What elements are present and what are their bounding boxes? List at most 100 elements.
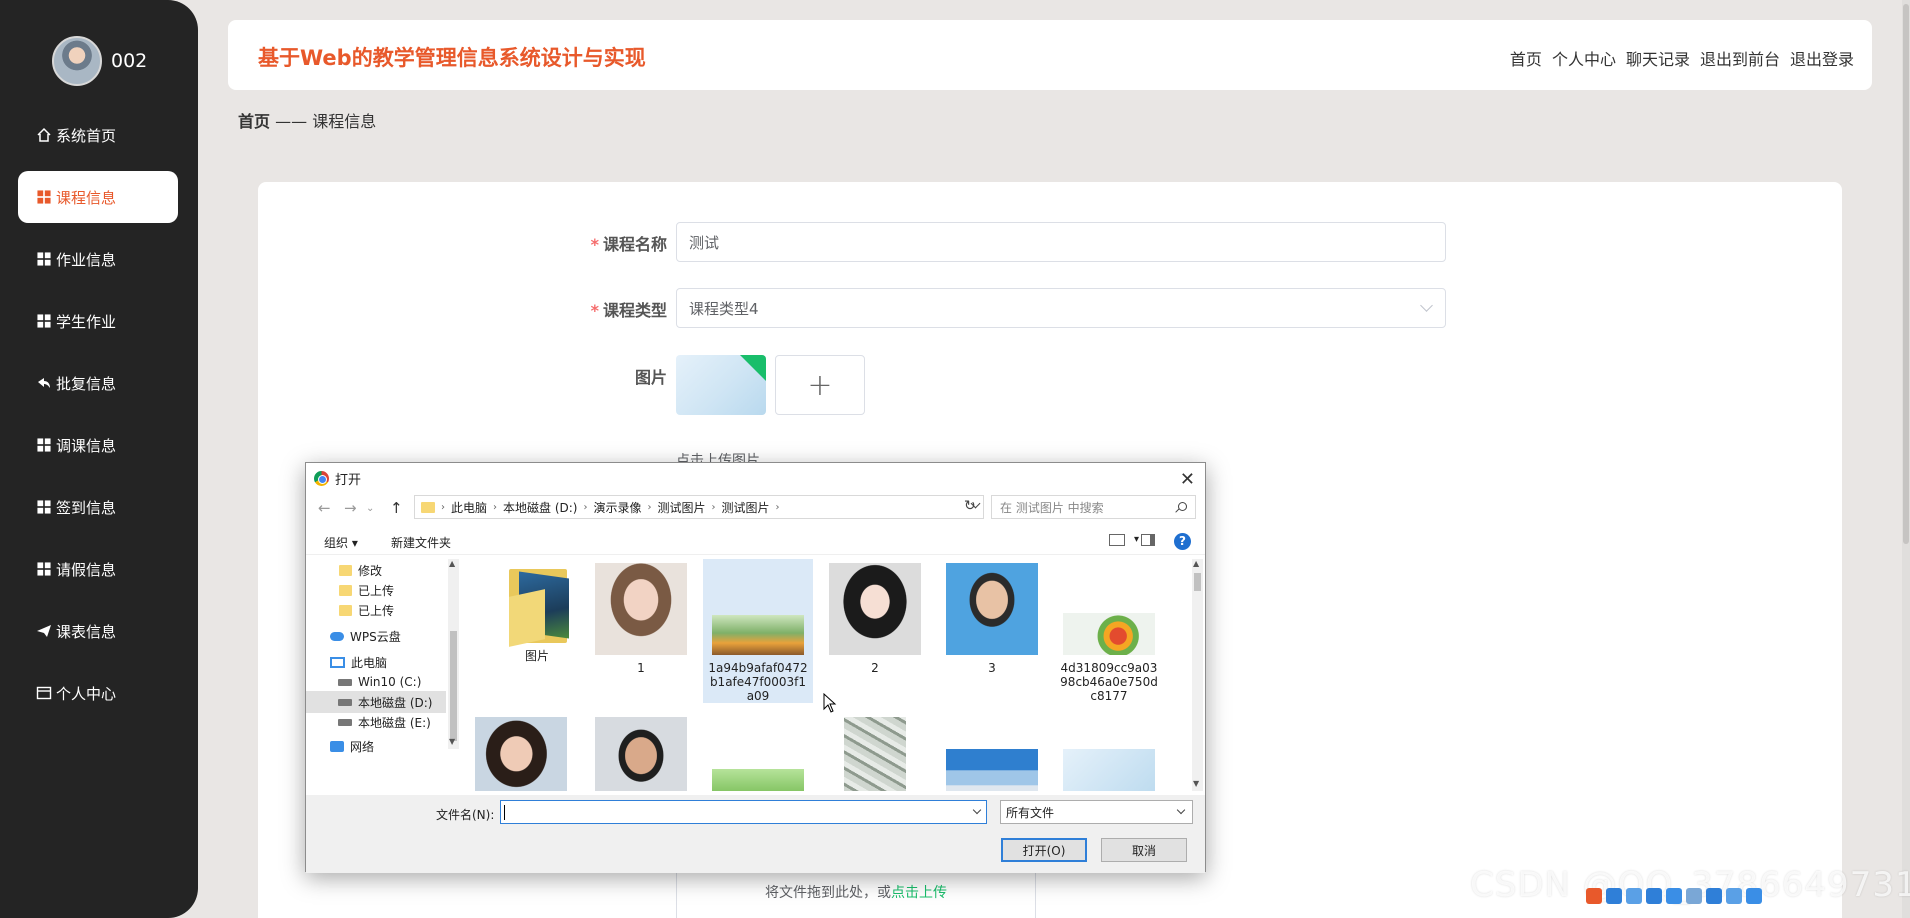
sidebar-item-label: 系统首页 [56, 126, 117, 145]
folder-icon [421, 501, 435, 513]
nav-frontend-link[interactable]: 退出到前台 [1700, 46, 1780, 70]
upload-plus-button[interactable]: + [775, 355, 865, 415]
scrollbar-thumb[interactable] [1194, 573, 1201, 591]
up-arrow-icon[interactable]: ↑ [390, 499, 403, 517]
file-item[interactable] [820, 717, 930, 791]
sidebar-item-course[interactable]: 课程信息 [18, 171, 178, 223]
cancel-button[interactable]: 取消 [1101, 838, 1187, 862]
path-segment[interactable]: 此电脑 [451, 499, 487, 516]
forward-arrow-icon[interactable]: → [344, 499, 357, 517]
scrollbar-thumb[interactable] [1903, 4, 1909, 544]
tree-item-network[interactable]: 网络 [306, 735, 446, 757]
files-scrollbar[interactable]: ▲ ▼ [1192, 559, 1203, 791]
tree-item-folder[interactable]: 修改 [306, 559, 446, 581]
refresh-icon[interactable]: ↻ [964, 498, 976, 514]
filename-input[interactable] [500, 800, 987, 824]
tree-item-drive-d[interactable]: 本地磁盘 (D:) [306, 691, 446, 713]
uploaded-image-thumbnail[interactable] [676, 355, 766, 415]
image-thumbnail [595, 563, 687, 655]
open-button[interactable]: 打开(O) [1001, 838, 1087, 862]
nav-scrollbar[interactable]: ▲ ▼ [448, 559, 459, 749]
file-item[interactable] [466, 717, 576, 791]
file-item-selected[interactable]: 1a94b9afaf0472b1afe47f0003f1a09 [703, 559, 813, 703]
system-tray [1586, 884, 1762, 908]
chevron-down-icon[interactable] [972, 805, 982, 815]
nav-chat-link[interactable]: 聊天记录 [1626, 46, 1690, 70]
tray-icon[interactable] [1626, 888, 1642, 904]
tree-item-wps-cloud[interactable]: WPS云盘 [306, 625, 446, 647]
help-icon[interactable]: ? [1174, 533, 1191, 550]
file-item[interactable] [1054, 717, 1164, 791]
filetype-select[interactable]: 所有文件 [1000, 800, 1193, 824]
tray-icon[interactable] [1646, 888, 1662, 904]
new-folder-button[interactable]: 新建文件夹 [391, 534, 451, 551]
nav-logout-link[interactable]: 退出登录 [1790, 46, 1854, 70]
paper-plane-icon [36, 623, 52, 639]
path-segment[interactable]: 测试图片 [658, 499, 706, 516]
sidebar-item-leave[interactable]: 请假信息 [18, 543, 178, 595]
organize-menu[interactable]: 组织 ▾ [324, 534, 358, 551]
close-icon[interactable]: ✕ [1180, 469, 1195, 490]
scroll-down-icon[interactable]: ▼ [1193, 779, 1199, 788]
tree-item-drive-c[interactable]: Win10 (C:) [306, 671, 446, 693]
scroll-up-icon[interactable]: ▲ [1193, 559, 1199, 568]
sidebar-item-schedule-change[interactable]: 调课信息 [18, 419, 178, 471]
course-name-input[interactable]: 测试 [676, 222, 1446, 262]
nav-home-link[interactable]: 首页 [1510, 46, 1542, 70]
file-item[interactable] [937, 717, 1047, 791]
tray-icon[interactable] [1726, 888, 1742, 904]
computer-icon [330, 656, 345, 668]
path-segment[interactable]: 本地磁盘 (D:) [503, 499, 577, 516]
scroll-down-icon[interactable]: ▼ [449, 737, 455, 746]
avatar[interactable] [52, 36, 102, 86]
file-item[interactable]: 3 [937, 563, 1047, 675]
file-list: 图片 1 1a94b9afaf0472b1afe47f0003f1a09 2 3… [466, 559, 1206, 791]
file-item[interactable]: 4d31809cc9a0398cb46a0e750dc8177 [1054, 563, 1164, 703]
nav-profile-link[interactable]: 个人中心 [1552, 46, 1616, 70]
sidebar-item-homework[interactable]: 作业信息 [18, 233, 178, 285]
tree-item-folder[interactable]: 已上传 [306, 599, 446, 621]
scroll-up-icon[interactable]: ▲ [449, 559, 455, 568]
grid-icon [37, 314, 51, 328]
preview-pane-icon[interactable] [1141, 534, 1155, 546]
file-item[interactable] [586, 717, 696, 791]
tray-icon[interactable] [1606, 888, 1622, 904]
page-scrollbar[interactable] [1902, 0, 1910, 918]
back-arrow-icon[interactable]: ← [318, 499, 331, 517]
drop-upload-link[interactable]: 点击上传 [891, 885, 947, 901]
path-segment[interactable]: 演示录像 [593, 499, 641, 516]
breadcrumb-home[interactable]: 首页 [238, 112, 270, 131]
drop-text: 将文件拖到此处，或 [765, 885, 891, 901]
input-method-icon[interactable] [1586, 888, 1602, 904]
sidebar-item-reply[interactable]: 批复信息 [18, 357, 178, 409]
file-item[interactable] [703, 717, 813, 791]
tray-icon[interactable] [1666, 888, 1682, 904]
view-dropdown-icon[interactable]: ▾ [1134, 534, 1139, 545]
course-name-label: * 课程名称 [590, 235, 667, 254]
username: 002 [111, 50, 148, 72]
file-item[interactable]: 图片 [482, 563, 592, 663]
tray-icon[interactable] [1706, 888, 1722, 904]
view-mode-icon[interactable] [1109, 534, 1125, 546]
tree-item-folder[interactable]: 已上传 [306, 579, 446, 601]
sidebar-item-timetable[interactable]: 课表信息 [18, 605, 178, 657]
sidebar-item-profile[interactable]: 个人中心 [18, 667, 178, 719]
course-type-select[interactable]: 课程类型4 [676, 288, 1446, 328]
tray-icon[interactable] [1686, 888, 1702, 904]
sidebar-item-student-homework[interactable]: 学生作业 [18, 295, 178, 347]
sidebar-item-home[interactable]: 系统首页 [18, 109, 178, 161]
scrollbar-thumb[interactable] [450, 631, 457, 741]
file-item[interactable]: 2 [820, 563, 930, 675]
tree-item-this-pc[interactable]: 此电脑 [306, 651, 446, 673]
tray-icon[interactable] [1746, 888, 1762, 904]
path-segment[interactable]: 测试图片 [722, 499, 770, 516]
filetype-value: 所有文件 [1006, 805, 1055, 820]
dialog-titlebar: 打开 ✕ [306, 463, 1205, 493]
file-item[interactable]: 1 [586, 563, 696, 675]
dialog-search-input[interactable]: 在 测试图片 中搜索 [991, 495, 1196, 519]
sidebar-item-checkin[interactable]: 签到信息 [18, 481, 178, 533]
tree-item-drive-e[interactable]: 本地磁盘 (E:) [306, 711, 446, 733]
recent-dropdown-icon[interactable]: ⌄ [366, 503, 374, 514]
image-label: 图片 [634, 368, 667, 387]
address-bar[interactable]: › 此电脑 › 本地磁盘 (D:) › 演示录像 › 测试图片 › 测试图片 › [414, 495, 984, 519]
